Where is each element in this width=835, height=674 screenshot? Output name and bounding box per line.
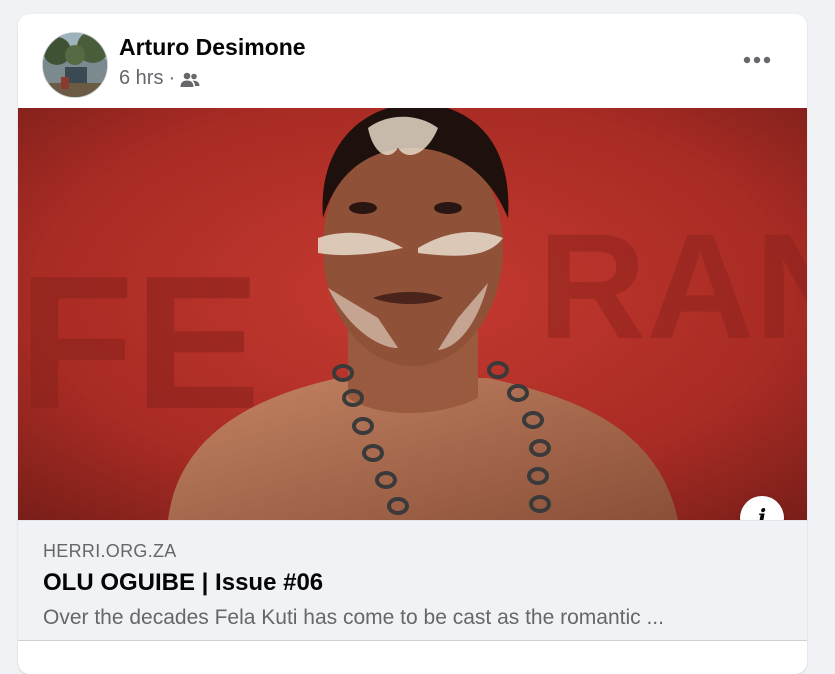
more-options-button[interactable]: [737, 48, 777, 72]
svg-text:FE: FE: [18, 237, 261, 449]
link-preview-image[interactable]: FE RAN: [18, 108, 807, 520]
link-preview[interactable]: HERRI.ORG.ZA OLU OGUIBE | Issue #06 Over…: [18, 520, 807, 641]
divider: [18, 640, 807, 641]
post-header: Arturo Desimone 6 hrs ·: [18, 14, 807, 108]
author-avatar[interactable]: [42, 32, 108, 98]
post-photo: FE RAN: [18, 108, 807, 520]
avatar-image: [43, 33, 107, 97]
post-timestamp[interactable]: 6 hrs: [119, 67, 163, 90]
meta-separator: ·: [168, 67, 176, 89]
link-title[interactable]: OLU OGUIBE | Issue #06: [43, 569, 323, 597]
post-card: Arturo Desimone 6 hrs · FE RA i HERRI.OR…: [18, 14, 807, 674]
more-horizontal-icon: [743, 56, 771, 64]
link-domain: HERRI.ORG.ZA: [43, 541, 177, 561]
link-description: Over the decades Fela Kuti has come to b…: [43, 606, 664, 629]
svg-text:RAN: RAN: [538, 202, 807, 370]
friends-icon[interactable]: [180, 71, 200, 87]
author-name[interactable]: Arturo Desimone: [119, 34, 306, 61]
post-meta: 6 hrs ·: [119, 67, 200, 90]
